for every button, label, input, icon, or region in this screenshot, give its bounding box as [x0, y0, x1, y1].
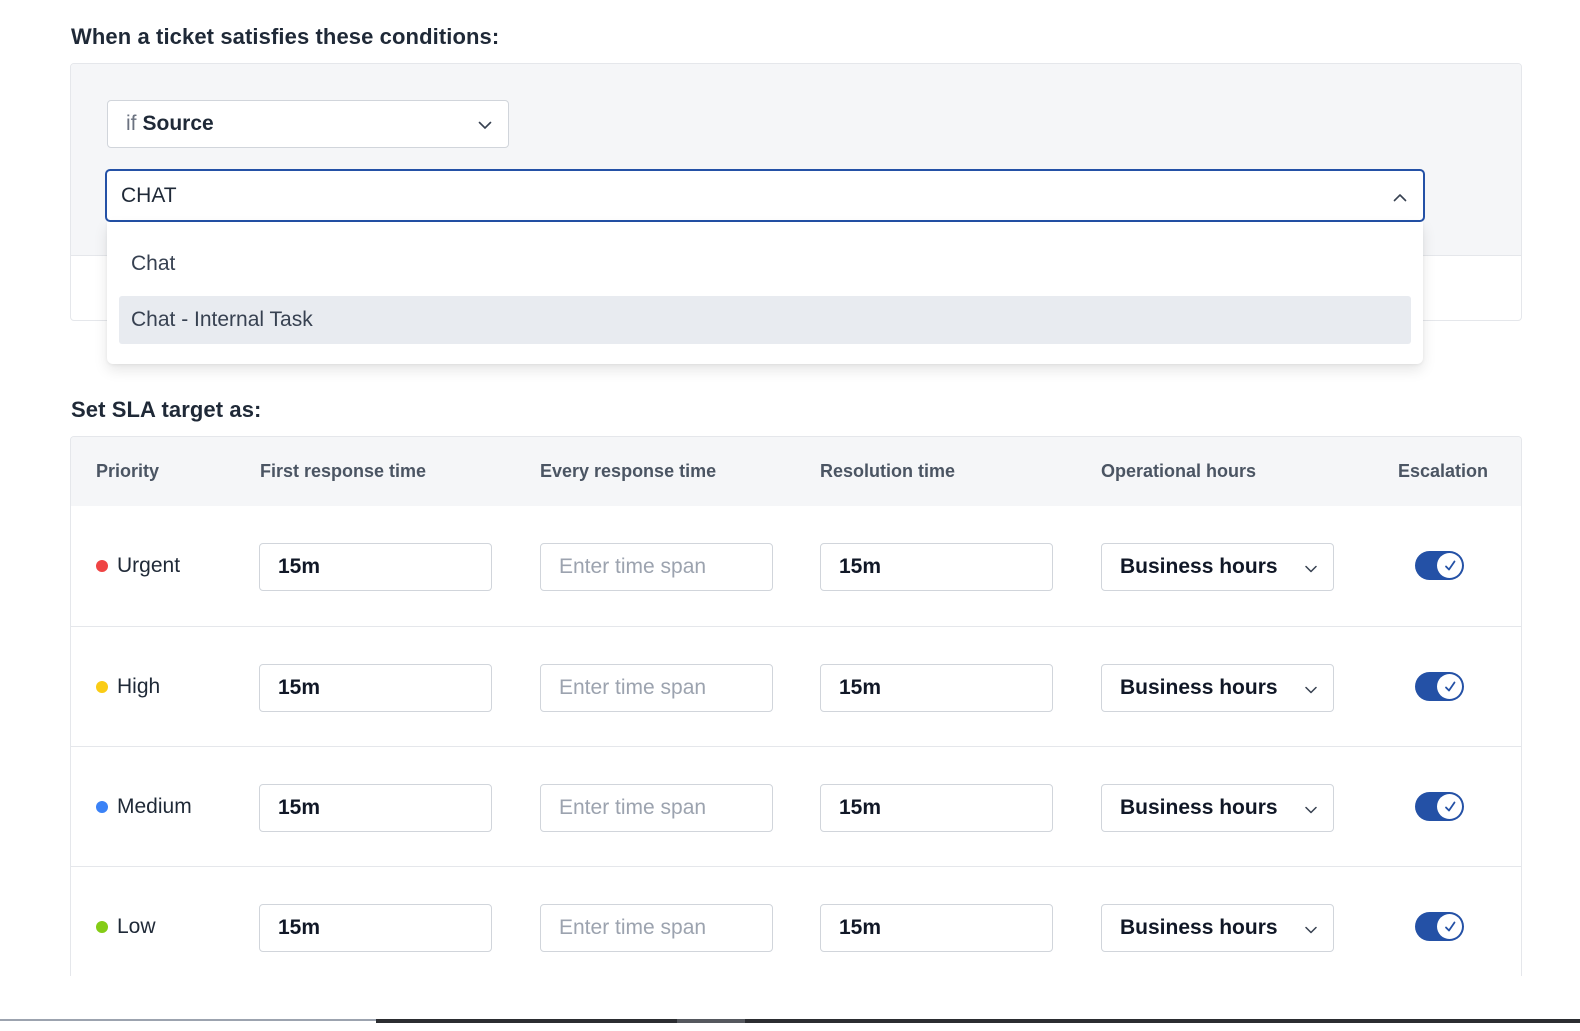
- operational-hours-select[interactable]: Business hours: [1101, 904, 1334, 952]
- resolution-input[interactable]: [820, 664, 1053, 712]
- priority-dot: [96, 560, 108, 572]
- priority-label: Low: [117, 915, 156, 938]
- escalation-toggle[interactable]: [1415, 551, 1464, 580]
- column-header-first-response: First response time: [260, 461, 427, 481]
- check-icon: [1437, 914, 1462, 939]
- condition-field-select[interactable]: if Source: [107, 100, 509, 148]
- operational-hours-value: Business hours: [1120, 916, 1278, 939]
- priority-label: Medium: [117, 795, 192, 818]
- sla-row-medium: Medium Business hours: [71, 746, 1521, 866]
- resolution-input[interactable]: [820, 784, 1053, 832]
- priority-dot: [96, 921, 108, 933]
- check-icon: [1437, 794, 1462, 819]
- every-response-input[interactable]: [540, 664, 773, 712]
- first-response-input[interactable]: [259, 904, 492, 952]
- operational-hours-select[interactable]: Business hours: [1101, 664, 1334, 712]
- operational-hours-value: Business hours: [1120, 676, 1278, 699]
- bottom-scrollbar[interactable]: [0, 1019, 1580, 1031]
- priority-cell: High: [96, 627, 160, 747]
- sla-heading: Set SLA target as:: [71, 397, 262, 422]
- priority-label: Urgent: [117, 554, 181, 577]
- first-response-input[interactable]: [259, 664, 492, 712]
- priority-dot: [96, 801, 108, 813]
- operational-hours-select[interactable]: Business hours: [1101, 543, 1334, 591]
- operational-hours-value: Business hours: [1120, 796, 1278, 819]
- condition-prefix: if: [126, 112, 137, 135]
- every-response-input[interactable]: [540, 543, 773, 591]
- sla-row-high: High Business hours: [71, 626, 1521, 746]
- escalation-toggle[interactable]: [1415, 672, 1464, 701]
- resolution-input[interactable]: [820, 904, 1053, 952]
- first-response-input[interactable]: [259, 784, 492, 832]
- sla-table-header: Priority First response time Every respo…: [71, 437, 1521, 506]
- every-response-input[interactable]: [540, 904, 773, 952]
- dropdown-option-chat[interactable]: Chat: [119, 240, 1411, 288]
- taskbar-strip: [376, 1019, 1580, 1023]
- condition-field-value: Source: [142, 112, 214, 135]
- conditions-heading: When a ticket satisfies these conditions…: [71, 24, 500, 49]
- chevron-up-icon[interactable]: [1393, 184, 1407, 208]
- escalation-toggle[interactable]: [1415, 912, 1464, 941]
- column-header-operational-hours: Operational hours: [1101, 461, 1257, 481]
- dropdown-option-label: Chat - Internal Task: [131, 308, 313, 331]
- chevron-down-icon: [1305, 676, 1317, 700]
- operational-hours-value: Business hours: [1120, 555, 1278, 578]
- chevron-down-icon: [1305, 555, 1317, 579]
- chevron-down-icon: [1305, 796, 1317, 820]
- priority-cell: Urgent: [96, 506, 180, 626]
- priority-cell: Low: [96, 867, 156, 976]
- scrollbar-thumb[interactable]: [677, 1019, 745, 1023]
- sla-row-urgent: Urgent Business hours: [71, 506, 1521, 626]
- chevron-down-icon: [1305, 916, 1317, 940]
- condition-value-search-text: CHAT: [121, 183, 177, 207]
- operational-hours-select[interactable]: Business hours: [1101, 784, 1334, 832]
- first-response-input[interactable]: [259, 543, 492, 591]
- sla-table: Priority First response time Every respo…: [70, 436, 1522, 976]
- dropdown-option-label: Chat: [131, 252, 176, 275]
- condition-value-search[interactable]: CHAT: [105, 169, 1425, 222]
- priority-cell: Medium: [96, 747, 192, 867]
- escalation-toggle[interactable]: [1415, 792, 1464, 821]
- column-header-priority: Priority: [96, 461, 160, 481]
- check-icon: [1437, 553, 1462, 578]
- priority-label: High: [117, 675, 161, 698]
- priority-dot: [96, 681, 108, 693]
- every-response-input[interactable]: [540, 784, 773, 832]
- sla-row-low: Low Business hours: [71, 866, 1521, 976]
- check-icon: [1437, 674, 1462, 699]
- scrollbar-track: [0, 1019, 376, 1021]
- column-header-every-response: Every response time: [540, 461, 717, 481]
- column-header-escalation: Escalation: [1398, 461, 1489, 481]
- chevron-down-icon: [478, 112, 492, 136]
- dropdown-option-chat-internal-task[interactable]: Chat - Internal Task: [119, 296, 1411, 344]
- column-header-resolution: Resolution time: [820, 461, 956, 481]
- resolution-input[interactable]: [820, 543, 1053, 591]
- condition-options-dropdown: Chat Chat - Internal Task: [107, 222, 1423, 364]
